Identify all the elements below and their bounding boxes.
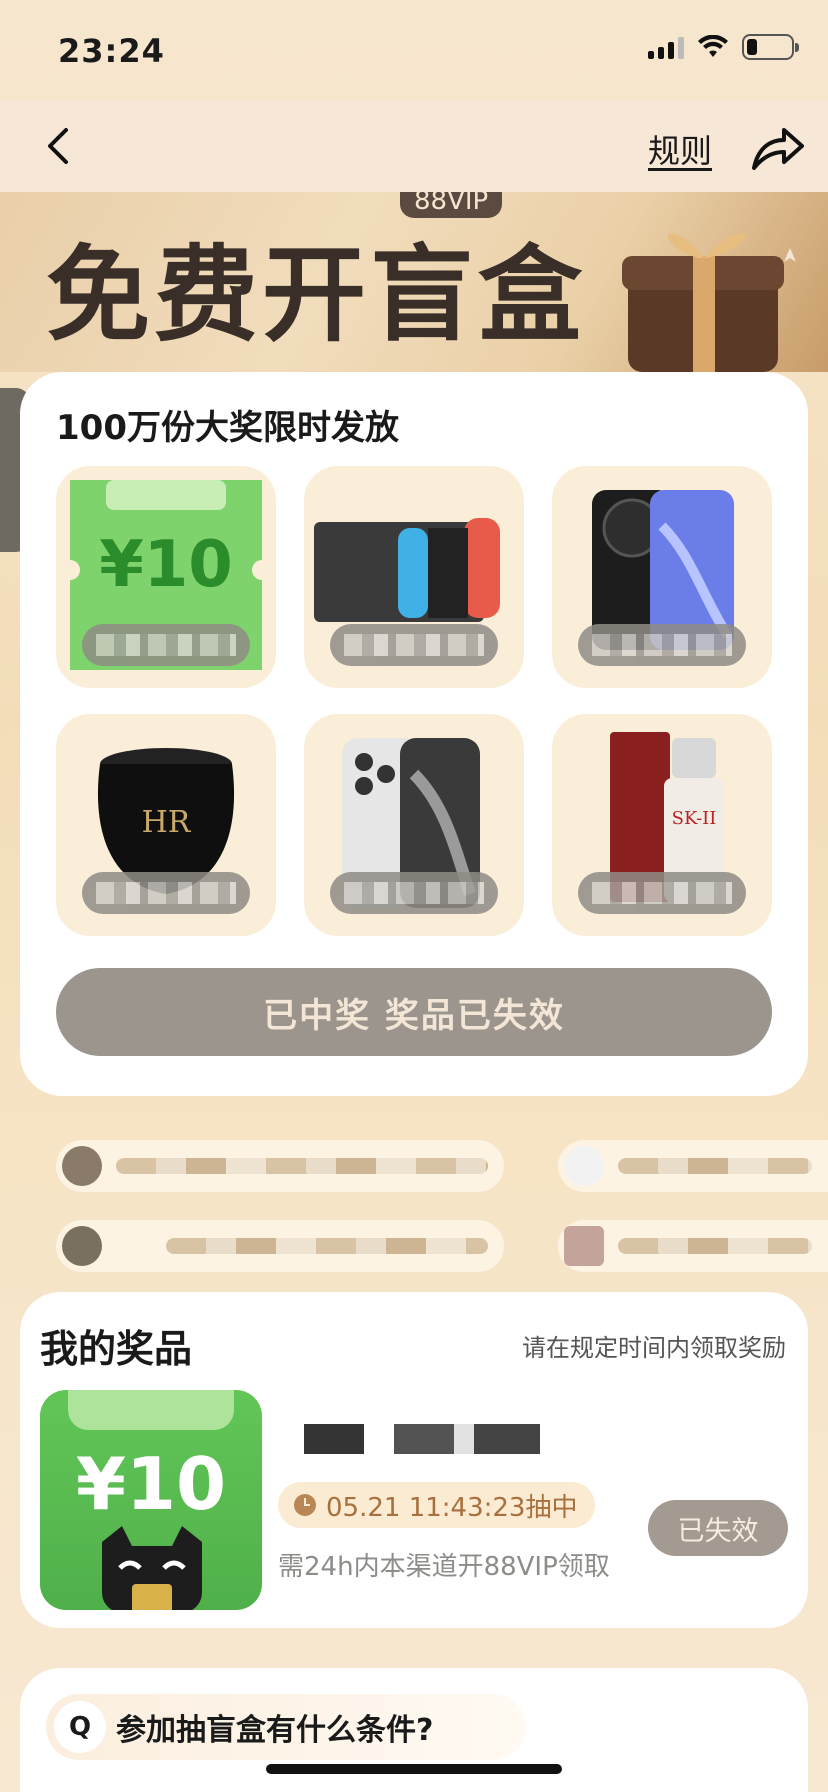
q-badge: Q bbox=[54, 1701, 106, 1753]
my-prize-note: 需24h内本渠道开88VIP领取 bbox=[278, 1552, 610, 1582]
home-indicator[interactable] bbox=[266, 1764, 562, 1774]
prize-tile-cream: HR bbox=[56, 714, 276, 936]
status-icons bbox=[648, 34, 799, 60]
prize-label-blurred bbox=[82, 624, 250, 666]
my-prize-coupon[interactable]: ¥10 bbox=[40, 1390, 262, 1610]
my-prize-amount: ¥10 bbox=[75, 1442, 227, 1526]
clock-icon bbox=[294, 1494, 316, 1516]
svg-text:SK-II: SK-II bbox=[672, 808, 717, 829]
prize-tile-iphone bbox=[304, 714, 524, 936]
avatar bbox=[62, 1226, 102, 1266]
avatar bbox=[62, 1146, 102, 1186]
winner-ticker-item bbox=[558, 1220, 828, 1272]
expired-button[interactable]: 已失效 bbox=[648, 1500, 788, 1556]
prize-label-blurred bbox=[578, 872, 746, 914]
winner-ticker-item bbox=[558, 1140, 828, 1192]
signal-icon bbox=[648, 35, 684, 59]
avatar bbox=[564, 1146, 604, 1186]
draw-time-chip: 05.21 11:43:23抽中 bbox=[278, 1482, 596, 1528]
draw-status-button[interactable]: 已中奖 奖品已失效 bbox=[56, 968, 772, 1056]
gift-box-icon bbox=[622, 233, 796, 372]
prize-tile-console bbox=[304, 466, 524, 688]
tmall-cat-icon bbox=[102, 1526, 202, 1610]
prize-grid: ¥10 HR SK-II bbox=[56, 466, 772, 936]
prize-label-blurred bbox=[330, 624, 498, 666]
my-prize-title: 我的奖品 bbox=[40, 1327, 193, 1371]
my-prize-name-blurred bbox=[304, 1424, 540, 1454]
my-prize-hint: 请在规定时间内领取奖励 bbox=[522, 1334, 786, 1362]
prize-tile-skincare: SK-II bbox=[552, 714, 772, 936]
prize-label-blurred bbox=[330, 872, 498, 914]
faq-item[interactable]: Q 参加抽盲盒有什么条件? bbox=[46, 1694, 526, 1760]
avatar bbox=[564, 1226, 604, 1266]
prize-coupon-amount: ¥10 bbox=[99, 528, 233, 602]
wifi-icon bbox=[698, 35, 728, 57]
svg-text:HR: HR bbox=[142, 805, 192, 840]
winner-ticker-item bbox=[56, 1140, 504, 1192]
winner-ticker-item bbox=[56, 1220, 504, 1272]
chevron-left-icon bbox=[48, 128, 68, 164]
prize-pool-card: 100万份大奖限时发放 ¥10 HR SK-II 已中奖 奖品已失效 bbox=[20, 372, 808, 1096]
prize-label-blurred bbox=[82, 872, 250, 914]
share-icon[interactable] bbox=[748, 118, 806, 174]
draw-time-text: 05.21 11:43:23抽中 bbox=[326, 1492, 578, 1523]
nav-bar: 规则 bbox=[0, 100, 828, 192]
rules-link[interactable]: 规则 bbox=[648, 126, 712, 172]
faq-question: 参加抽盲盒有什么条件? bbox=[116, 1713, 434, 1748]
prize-pool-title: 100万份大奖限时发放 bbox=[56, 408, 399, 448]
battery-icon bbox=[742, 34, 799, 60]
prize-tile-coupon: ¥10 bbox=[56, 466, 276, 688]
status-bar: 23:24 bbox=[0, 0, 828, 100]
back-button[interactable] bbox=[38, 122, 78, 170]
hero-banner: 88VIP 免费开盲盒 bbox=[0, 192, 828, 372]
status-time: 23:24 bbox=[58, 32, 165, 70]
prize-tile-phone bbox=[552, 466, 772, 688]
prize-label-blurred bbox=[578, 624, 746, 666]
hero-title: 免费开盲盒 bbox=[46, 234, 587, 356]
my-prize-card: 我的奖品 请在规定时间内领取奖励 ¥10 05.21 11:43:23抽中 需2… bbox=[20, 1292, 808, 1628]
